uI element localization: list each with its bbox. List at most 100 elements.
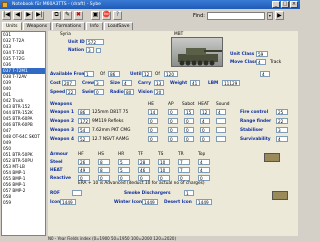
- weapon-label: Weapon 2: [50, 119, 74, 124]
- armour-value-field[interactable]: 7: [178, 167, 190, 173]
- armour-value-field[interactable]: 5: [118, 159, 130, 165]
- weapon-sound-field[interactable]: [216, 136, 226, 142]
- armour-value-field[interactable]: 8: [98, 159, 110, 165]
- armour-row-label: Steel: [50, 160, 63, 165]
- weapon-sound-field[interactable]: [216, 118, 226, 124]
- list-item[interactable]: 059: [2, 200, 45, 206]
- weapon-he-field[interactable]: 14: [148, 109, 158, 115]
- weapon-sabot-field[interactable]: 0: [184, 127, 194, 133]
- next-record-icon[interactable]: ▶: [24, 10, 33, 20]
- desert-icon-field[interactable]: 1449: [196, 199, 212, 205]
- armour-value-field[interactable]: 4: [198, 167, 210, 173]
- weapon-heat-field[interactable]: 0: [200, 127, 210, 133]
- stop-icon[interactable]: ⛔: [102, 10, 111, 20]
- survivability-label: Survivability: [240, 137, 271, 142]
- tab-units[interactable]: Units: [2, 22, 22, 30]
- stabiliser-field[interactable]: 3: [276, 127, 288, 133]
- speed-field[interactable]: 22: [66, 89, 76, 95]
- window-title: Notebook für M60A3TTS - (draft) - Sybe: [12, 2, 101, 7]
- unit-id-field[interactable]: 572: [86, 39, 104, 45]
- weapon-label: Weapon 1: [50, 110, 74, 115]
- unit-list[interactable]: 031 032 T-72A 033 034 T-72B 035 T-72G 036 037 …: [1, 31, 46, 236]
- weapon-label: Weapon 3: [50, 128, 74, 133]
- find-input[interactable]: [206, 11, 265, 20]
- first-record-icon[interactable]: |◀: [2, 10, 11, 20]
- crew-extra-field[interactable]: 4: [260, 71, 270, 77]
- weapon-id-field[interactable]: 86: [78, 109, 90, 115]
- weapon-sabot-field[interactable]: 0: [184, 118, 194, 124]
- smoke-field[interactable]: 1: [184, 190, 194, 196]
- armour-value-field[interactable]: 10: [158, 167, 170, 173]
- previous-record-icon[interactable]: ◀: [13, 10, 22, 20]
- tab-weapons[interactable]: Weapons: [22, 22, 52, 30]
- weapon-id-field[interactable]: 52: [78, 136, 90, 142]
- weight-field[interactable]: 41: [190, 80, 200, 86]
- find-dropdown-icon[interactable]: ▾: [266, 11, 273, 20]
- weapon-he-field[interactable]: 0: [148, 127, 158, 133]
- survivability-field[interactable]: 4: [276, 136, 288, 142]
- weapon-heat-field[interactable]: 4: [200, 118, 210, 124]
- weapon-heat-field[interactable]: 12: [200, 109, 210, 115]
- nation-field[interactable]: 3: [86, 47, 94, 53]
- cost-field[interactable]: 207: [62, 80, 76, 86]
- winter-icon-field[interactable]: 1449: [142, 199, 158, 205]
- weapon-id-field[interactable]: 54: [78, 127, 90, 133]
- delete-icon[interactable]: ✖: [74, 10, 83, 20]
- armour-value-field[interactable]: 26: [78, 159, 90, 165]
- radio-field[interactable]: 80: [124, 89, 134, 95]
- armour-value-field[interactable]: 4: [198, 159, 210, 165]
- help-icon[interactable]: ?: [113, 10, 122, 20]
- carry-field[interactable]: 13: [154, 80, 164, 86]
- weapon-sound-field[interactable]: [216, 127, 226, 133]
- from-year-field[interactable]: 86: [108, 71, 120, 77]
- range-finder-field[interactable]: 22: [276, 118, 288, 124]
- armour-value-field[interactable]: 46: [138, 167, 150, 173]
- weapon-sabot-field[interactable]: 15: [184, 109, 194, 115]
- copy-icon[interactable]: ⧉: [52, 10, 61, 20]
- size-field[interactable]: 4: [122, 80, 132, 86]
- until-month-field[interactable]: 12: [142, 71, 152, 77]
- last-record-icon[interactable]: ▶|: [35, 10, 44, 20]
- of-label: Of: [100, 72, 105, 77]
- armour-value-field[interactable]: 49: [78, 167, 90, 173]
- tab-loadsave[interactable]: LoadSave: [103, 22, 134, 30]
- until-label: Until: [130, 72, 142, 77]
- vision-field[interactable]: 20: [154, 89, 164, 95]
- from-month-field[interactable]: 1: [84, 71, 94, 77]
- fire-control-label: Fire control: [240, 110, 269, 115]
- weapon-ap-field[interactable]: 0: [168, 118, 178, 124]
- icon-field[interactable]: 1449: [60, 199, 76, 205]
- weapon-sabot-field[interactable]: 0: [184, 136, 194, 142]
- save-icon[interactable]: ▣: [91, 10, 100, 20]
- tab-formations[interactable]: Formations: [52, 22, 86, 30]
- maximize-button[interactable]: □: [281, 1, 289, 8]
- weapon-he-field[interactable]: 0: [148, 118, 158, 124]
- weapon-ap-field[interactable]: 0: [168, 127, 178, 133]
- armour-value-field[interactable]: 28: [138, 159, 150, 165]
- weapon-sound-field[interactable]: 4: [216, 109, 226, 115]
- find-next-icon[interactable]: ▶: [274, 11, 284, 20]
- weapon-id-field[interactable]: 172: [78, 118, 90, 124]
- unit-class-field[interactable]: 59: [256, 51, 268, 57]
- close-button[interactable]: ×: [290, 1, 298, 8]
- weapon-he-field[interactable]: 0: [148, 136, 158, 142]
- tab-info[interactable]: Info: [86, 22, 103, 30]
- armour-value-field[interactable]: 10: [158, 159, 170, 165]
- title-bar: Notebook für M60A3TTS - (draft) - Sybe _…: [0, 0, 300, 9]
- fire-control-field[interactable]: 25: [276, 109, 288, 115]
- until-year-field[interactable]: 120: [164, 71, 178, 77]
- lbm-field[interactable]: 11129: [222, 80, 240, 86]
- minimize-button[interactable]: _: [272, 1, 280, 8]
- nation-checkbox[interactable]: [96, 47, 101, 53]
- armour-value-field[interactable]: 5: [118, 167, 130, 173]
- rof-field[interactable]: [72, 190, 82, 196]
- weapon-ap-field[interactable]: 0: [168, 136, 178, 142]
- crew-field[interactable]: 3: [94, 80, 104, 86]
- edit-icon[interactable]: ✎: [63, 10, 72, 20]
- weapon-ap-field[interactable]: 0: [168, 109, 178, 115]
- weapon-heat-field[interactable]: 0: [200, 136, 210, 142]
- armour-value-field[interactable]: 7: [178, 159, 190, 165]
- armour-value-field[interactable]: 8: [98, 167, 110, 173]
- move-class-field[interactable]: 4: [256, 59, 266, 65]
- swim-field[interactable]: 0: [94, 89, 104, 95]
